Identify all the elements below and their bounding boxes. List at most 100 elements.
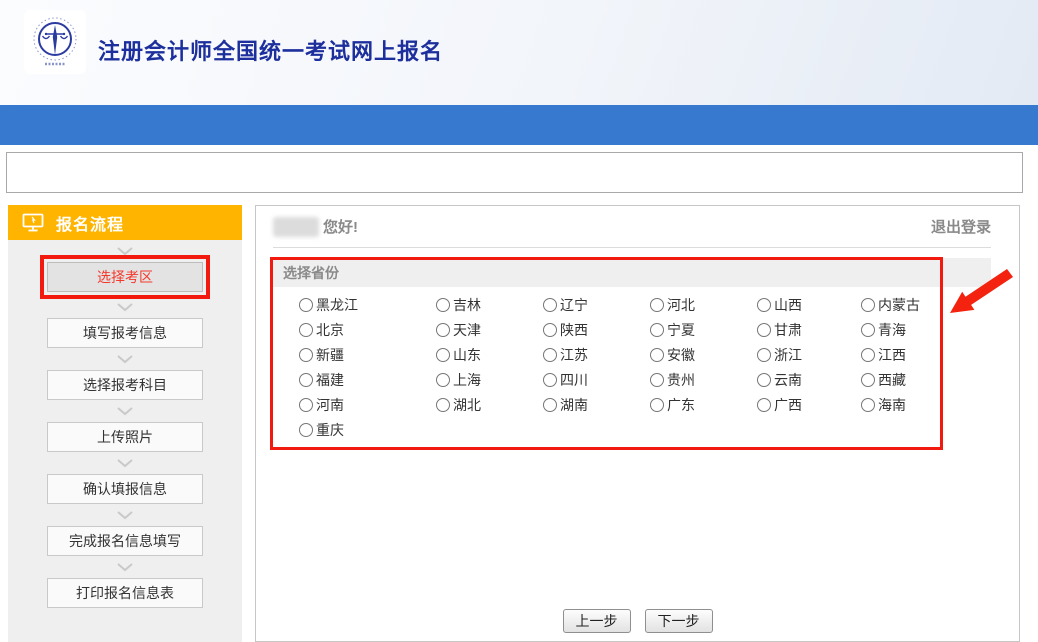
province-label: 吉林 (453, 295, 481, 315)
province-radio[interactable] (757, 298, 771, 312)
process-step: 上传照片 (47, 400, 203, 452)
province-radio[interactable] (757, 398, 771, 412)
province-option[interactable]: 江苏 (543, 344, 650, 366)
province-radio[interactable] (650, 323, 664, 337)
province-radio[interactable] (543, 373, 557, 387)
province-option[interactable]: 海南 (861, 394, 991, 416)
province-label: 辽宁 (560, 295, 588, 315)
province-label: 内蒙古 (878, 295, 920, 315)
province-radio[interactable] (650, 298, 664, 312)
province-option[interactable]: 甘肃 (757, 319, 861, 341)
content-area: 报名流程 选择考区 填写报考信息 (0, 205, 1038, 642)
province-option[interactable]: 西藏 (861, 369, 991, 391)
greeting-row: 您好! 退出登录 (273, 206, 991, 248)
province-option[interactable]: 河北 (650, 294, 757, 316)
province-label: 西藏 (878, 370, 906, 390)
province-radio[interactable] (861, 373, 875, 387)
province-radio[interactable] (543, 298, 557, 312)
province-option[interactable]: 贵州 (650, 369, 757, 391)
province-radio[interactable] (543, 398, 557, 412)
province-option[interactable]: 湖北 (436, 394, 543, 416)
province-label: 青海 (878, 320, 906, 340)
logout-link[interactable]: 退出登录 (931, 216, 991, 237)
province-option[interactable]: 广东 (650, 394, 757, 416)
chevron-down-icon (117, 296, 133, 318)
province-label: 四川 (560, 370, 588, 390)
province-radio[interactable] (650, 398, 664, 412)
step-button[interactable]: 上传照片 (47, 422, 203, 452)
province-label: 湖北 (453, 395, 481, 415)
province-label: 广东 (667, 395, 695, 415)
province-option[interactable]: 广西 (757, 394, 861, 416)
chevron-down-icon (117, 240, 133, 262)
province-option[interactable]: 湖南 (543, 394, 650, 416)
province-radio[interactable] (650, 373, 664, 387)
province-option[interactable]: 四川 (543, 369, 650, 391)
province-option[interactable]: 山东 (436, 344, 543, 366)
province-label: 河南 (316, 395, 344, 415)
province-option[interactable]: 安徽 (650, 344, 757, 366)
province-option[interactable]: 云南 (757, 369, 861, 391)
province-radio[interactable] (299, 373, 313, 387)
province-option[interactable]: 北京 (299, 319, 436, 341)
province-label: 甘肃 (774, 320, 802, 340)
sidebar-title: 报名流程 (56, 211, 124, 235)
province-label: 山西 (774, 295, 802, 315)
province-option[interactable]: 上海 (436, 369, 543, 391)
step-button[interactable]: 选择报考科目 (47, 370, 203, 400)
province-option[interactable]: 山西 (757, 294, 861, 316)
province-option[interactable]: 青海 (861, 319, 991, 341)
province-label: 广西 (774, 395, 802, 415)
province-option[interactable]: 新疆 (299, 344, 436, 366)
step-button[interactable]: 打印报名信息表 (47, 578, 203, 608)
province-radio[interactable] (436, 323, 450, 337)
province-radio[interactable] (299, 298, 313, 312)
province-radio[interactable] (436, 298, 450, 312)
province-radio[interactable] (299, 423, 313, 437)
province-section: 选择省份 黑龙江 吉林 辽宁 (273, 258, 991, 449)
next-step-button[interactable]: 下一步 (645, 609, 713, 633)
step-button[interactable]: 填写报考信息 (47, 318, 203, 348)
province-option[interactable]: 宁夏 (650, 319, 757, 341)
province-radio[interactable] (861, 298, 875, 312)
province-option[interactable]: 黑龙江 (299, 294, 436, 316)
province-option[interactable]: 河南 (299, 394, 436, 416)
province-radio[interactable] (299, 398, 313, 412)
province-radio[interactable] (650, 348, 664, 362)
province-option[interactable]: 江西 (861, 344, 991, 366)
province-option[interactable]: 重庆 (299, 419, 436, 441)
notice-bar (6, 152, 1023, 193)
site-header: 注册会计师全国统一考试网上报名 (0, 0, 1038, 105)
province-radio[interactable] (299, 323, 313, 337)
province-option[interactable]: 吉林 (436, 294, 543, 316)
province-label: 河北 (667, 295, 695, 315)
province-radio[interactable] (436, 373, 450, 387)
province-label: 福建 (316, 370, 344, 390)
province-radio[interactable] (299, 348, 313, 362)
province-radio[interactable] (757, 348, 771, 362)
province-radio[interactable] (543, 323, 557, 337)
province-label: 天津 (453, 320, 481, 340)
province-radio[interactable] (861, 323, 875, 337)
province-radio[interactable] (436, 398, 450, 412)
province-radio[interactable] (436, 348, 450, 362)
step-button[interactable]: 完成报名信息填写 (47, 526, 203, 556)
province-radio[interactable] (757, 323, 771, 337)
province-option[interactable]: 天津 (436, 319, 543, 341)
process-step: 填写报考信息 (47, 296, 203, 348)
province-option[interactable]: 福建 (299, 369, 436, 391)
province-radio[interactable] (861, 348, 875, 362)
step-button[interactable]: 选择考区 (47, 262, 203, 292)
step-button[interactable]: 确认填报信息 (47, 474, 203, 504)
province-option[interactable]: 内蒙古 (861, 294, 991, 316)
province-radio[interactable] (757, 373, 771, 387)
chevron-down-icon (117, 504, 133, 526)
province-radio[interactable] (543, 348, 557, 362)
province-option[interactable]: 浙江 (757, 344, 861, 366)
prev-step-button[interactable]: 上一步 (563, 609, 631, 633)
wizard-buttons: 上一步 下一步 (256, 609, 1019, 641)
province-option[interactable]: 辽宁 (543, 294, 650, 316)
province-option[interactable]: 陕西 (543, 319, 650, 341)
chevron-down-icon (117, 556, 133, 578)
province-radio[interactable] (861, 398, 875, 412)
